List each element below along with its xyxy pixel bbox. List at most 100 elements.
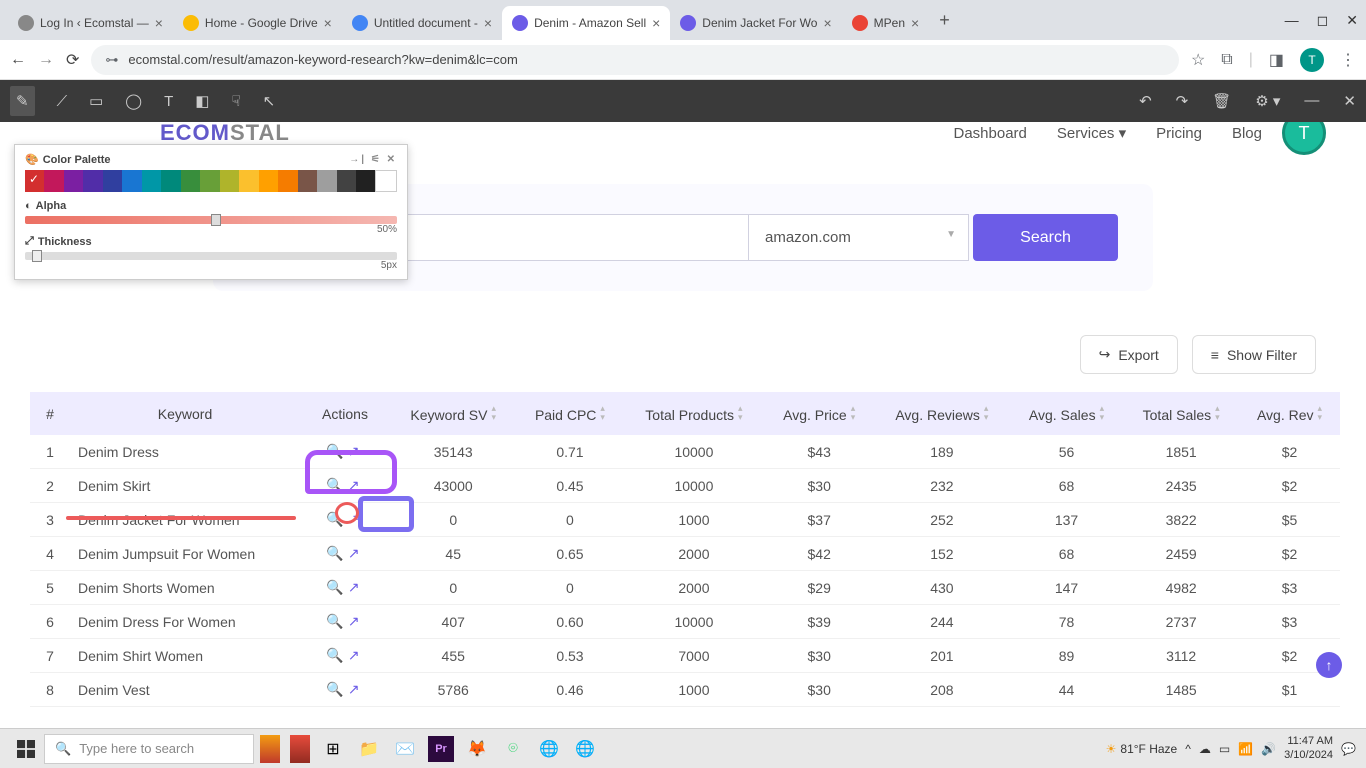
minimize-toolbar[interactable]: — xyxy=(1304,92,1319,110)
search-action-icon[interactable]: 🔍 xyxy=(326,647,347,663)
color-swatch[interactable] xyxy=(239,170,258,192)
whatsapp-icon[interactable]: ⌾ xyxy=(500,736,526,762)
color-swatch[interactable] xyxy=(181,170,200,192)
open-action-icon[interactable]: ↗ xyxy=(348,647,364,663)
open-action-icon[interactable]: ↗ xyxy=(348,545,364,561)
nav-link[interactable]: Dashboard xyxy=(954,125,1027,142)
window-maximize[interactable]: ◻ xyxy=(1317,12,1329,29)
close-tab-icon[interactable]: × xyxy=(652,15,660,31)
column-header[interactable]: Avg. Price▴▾ xyxy=(764,392,874,435)
color-swatch[interactable] xyxy=(278,170,297,192)
site-info-icon[interactable]: ⊶ xyxy=(105,52,118,68)
color-swatch[interactable] xyxy=(375,170,396,192)
rect-tool[interactable]: ▭ xyxy=(89,92,103,110)
keyword-cell[interactable]: Denim Shirt Women xyxy=(70,639,300,673)
keyword-cell[interactable]: Denim Shorts Women xyxy=(70,571,300,605)
color-swatch[interactable] xyxy=(142,170,161,192)
column-header[interactable]: Avg. Sales▴▾ xyxy=(1010,392,1124,435)
cursor-tool[interactable]: ↖ xyxy=(263,92,276,110)
browser-tab[interactable]: Denim Jacket For Wo× xyxy=(670,6,841,40)
search-action-icon[interactable]: 🔍 xyxy=(326,681,347,697)
premiere-icon[interactable]: Pr xyxy=(428,736,454,762)
open-action-icon[interactable]: ↗ xyxy=(348,443,364,459)
search-action-icon[interactable]: 🔍 xyxy=(326,545,347,561)
onedrive-icon[interactable]: ☁ xyxy=(1199,742,1211,756)
color-swatch[interactable] xyxy=(83,170,102,192)
bookmark-icon[interactable]: ☆ xyxy=(1191,50,1205,70)
notifications-icon[interactable]: 💬 xyxy=(1341,742,1356,756)
column-header[interactable]: Actions xyxy=(300,392,390,435)
explorer-icon[interactable]: 📁 xyxy=(356,736,382,762)
scroll-to-top[interactable]: ↑ xyxy=(1316,652,1342,678)
task-view-icon[interactable]: ⊞ xyxy=(320,736,346,762)
search-action-icon[interactable]: 🔍 xyxy=(326,613,347,629)
palette-controls[interactable]: →| ⚟ ✕ xyxy=(349,154,397,165)
weather-widget[interactable]: ☀81°F Haze xyxy=(1106,742,1178,756)
reload-button[interactable]: ⟳ xyxy=(66,50,79,70)
show-filter-button[interactable]: ≡Show Filter xyxy=(1192,335,1316,374)
thickness-slider[interactable] xyxy=(25,252,397,260)
pointer-tool[interactable]: ☟ xyxy=(231,92,240,110)
start-button[interactable] xyxy=(10,733,42,765)
site-logo[interactable]: ECOMSTAL xyxy=(160,122,290,146)
color-swatch[interactable] xyxy=(337,170,356,192)
mail-icon[interactable]: ✉️ xyxy=(392,736,418,762)
color-swatch[interactable] xyxy=(64,170,83,192)
open-action-icon[interactable]: ↗ xyxy=(348,613,364,629)
movies-icon-2[interactable] xyxy=(290,735,310,763)
close-tab-icon[interactable]: × xyxy=(911,15,919,31)
settings-icon[interactable]: ⚙ ▾ xyxy=(1255,92,1280,110)
extensions-icon[interactable]: ⧉ xyxy=(1221,51,1232,69)
open-action-icon[interactable]: ↗ xyxy=(348,579,364,595)
alpha-slider[interactable] xyxy=(25,216,397,224)
undo-button[interactable]: ↶ xyxy=(1139,92,1152,110)
system-clock[interactable]: 11:47 AM 3/10/2024 xyxy=(1284,735,1333,761)
user-avatar[interactable]: T xyxy=(1282,122,1326,155)
browser-tab[interactable]: Untitled document - × xyxy=(342,6,502,40)
battery-icon[interactable]: ▭ xyxy=(1219,742,1230,756)
marketplace-select[interactable]: amazon.com xyxy=(749,214,969,261)
keyword-cell[interactable]: Denim Vest xyxy=(70,673,300,707)
wifi-icon[interactable]: 📶 xyxy=(1238,742,1253,756)
search-action-icon[interactable]: 🔍 xyxy=(326,477,347,493)
nav-link[interactable]: Pricing xyxy=(1156,125,1202,142)
color-swatch[interactable] xyxy=(103,170,122,192)
forward-button[interactable]: → xyxy=(38,51,54,69)
close-tab-icon[interactable]: × xyxy=(484,15,492,31)
close-tab-icon[interactable]: × xyxy=(155,15,163,31)
chrome-icon[interactable]: 🌐 xyxy=(536,736,562,762)
column-header[interactable]: # xyxy=(30,392,70,435)
color-swatch[interactable] xyxy=(44,170,63,192)
close-tab-icon[interactable]: × xyxy=(324,15,332,31)
text-tool[interactable]: T xyxy=(164,93,173,110)
keyword-cell[interactable]: Denim Dress For Women xyxy=(70,605,300,639)
window-close[interactable]: ✕ xyxy=(1346,12,1358,29)
taskbar-search[interactable]: 🔍 Type here to search xyxy=(44,734,254,764)
new-tab-button[interactable]: + xyxy=(929,10,960,31)
column-header[interactable]: Avg. Reviews▴▾ xyxy=(874,392,1010,435)
open-action-icon[interactable]: ↗ xyxy=(348,681,364,697)
window-minimize[interactable]: — xyxy=(1285,12,1299,29)
color-swatch[interactable] xyxy=(25,170,44,192)
search-action-icon[interactable]: 🔍 xyxy=(326,579,347,595)
delete-button[interactable]: 🗑 xyxy=(1212,92,1231,110)
url-input[interactable] xyxy=(128,52,1165,67)
export-button[interactable]: ↪Export xyxy=(1080,335,1178,374)
column-header[interactable]: Total Sales▴▾ xyxy=(1123,392,1239,435)
color-swatch[interactable] xyxy=(356,170,375,192)
column-header[interactable]: Keyword xyxy=(70,392,300,435)
column-header[interactable]: Paid CPC▴▾ xyxy=(516,392,623,435)
eraser-tool[interactable]: ◧ xyxy=(195,92,209,110)
close-tab-icon[interactable]: × xyxy=(823,15,831,31)
column-header[interactable]: Keyword SV▴▾ xyxy=(390,392,516,435)
sidepanel-icon[interactable]: ◨ xyxy=(1269,50,1284,70)
keyword-cell[interactable]: Denim Jumpsuit For Women xyxy=(70,537,300,571)
column-header[interactable]: Total Products▴▾ xyxy=(623,392,764,435)
open-action-icon[interactable]: ↗ xyxy=(348,477,364,493)
redo-button[interactable]: ↷ xyxy=(1176,92,1189,110)
browser-menu-icon[interactable]: ⋮ xyxy=(1340,50,1356,70)
color-swatch[interactable] xyxy=(200,170,219,192)
keyword-cell[interactable]: Denim Jacket For Women xyxy=(70,503,300,537)
pen-tool[interactable]: ✎ xyxy=(10,86,35,116)
nav-link[interactable]: Services ▾ xyxy=(1057,124,1126,142)
